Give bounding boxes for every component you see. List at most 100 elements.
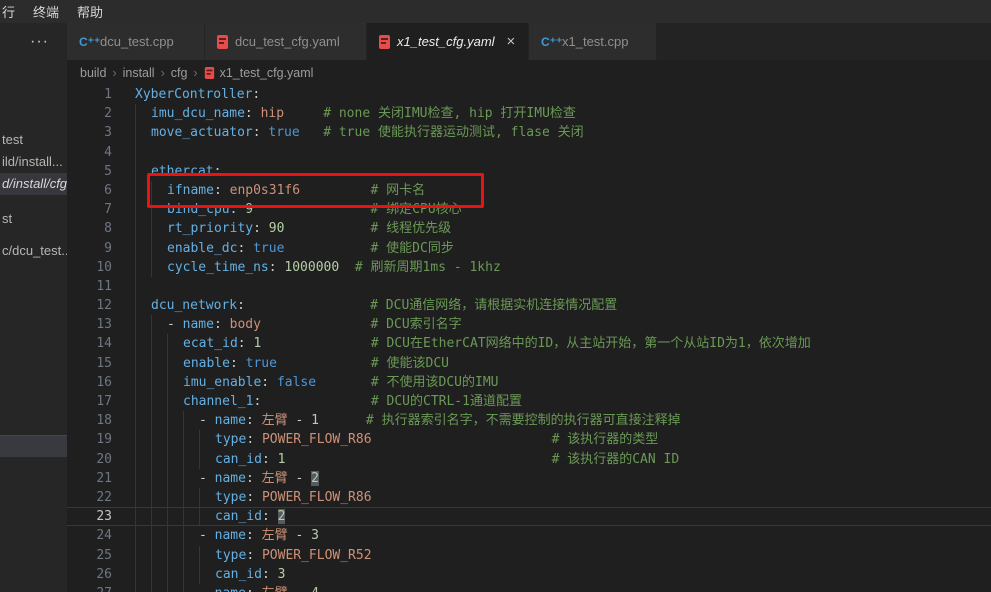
code-line-27[interactable]: 27- name: 左臂 - 4: [67, 584, 991, 592]
code-line-14[interactable]: 14ecat_id: 1 # DCU在EtherCAT网络中的ID，从主站开始，…: [67, 334, 991, 353]
indent-guide: [167, 469, 168, 488]
code-text: type: POWER_FLOW_R86: [215, 488, 372, 507]
breadcrumb-segment-0[interactable]: build: [80, 66, 106, 80]
code-line-16[interactable]: 16imu_enable: false # 不使用该DCU的IMU: [67, 373, 991, 392]
code-line-19[interactable]: 19type: POWER_FLOW_R86 # 该执行器的类型: [67, 430, 991, 449]
line-number: 21: [67, 469, 112, 488]
menu-item-0[interactable]: 行: [0, 0, 24, 23]
indent-guide: [167, 334, 168, 353]
code-line-24[interactable]: 24- name: 左臂 - 3: [67, 526, 991, 545]
indent-guide: [151, 392, 152, 411]
code-line-9[interactable]: 9 enable_dc: true # 使能DC同步: [67, 239, 991, 258]
sidebar-item-1[interactable]: ild/install...: [0, 151, 67, 173]
indent-guide: [151, 450, 152, 469]
line-number: 7: [67, 200, 112, 219]
tab-x1_test_cfg.yaml[interactable]: x1_test_cfg.yaml×: [367, 23, 529, 60]
code-line-6[interactable]: 6ifname: enp0s31f6 # 网卡名: [67, 181, 991, 200]
indent-guide: [167, 373, 168, 392]
line-number: 9: [67, 239, 112, 258]
code-text: enable: true # 使能该DCU: [183, 354, 449, 373]
more-actions-icon[interactable]: ···: [30, 33, 49, 51]
code-line-12[interactable]: 12dcu_network: # DCU通信网络，请根据实机连接情况配置: [67, 296, 991, 315]
line-number: 23: [67, 508, 112, 525]
sidebar-highlighted-row[interactable]: [0, 435, 67, 457]
line-number: 11: [67, 277, 112, 296]
code-text: can_id: 2: [215, 508, 285, 525]
code-text: enable_dc: true # 使能DC同步: [167, 239, 454, 258]
indent-guide: [151, 546, 152, 565]
sidebar-item-0[interactable]: test: [0, 129, 67, 151]
code-line-20[interactable]: 20can_id: 1 # 该执行器的CAN ID: [67, 450, 991, 469]
code-line-7[interactable]: 7bind_cpu: 9 # 绑定CPU核心: [67, 200, 991, 219]
menu-item-1[interactable]: 终端: [24, 0, 68, 23]
editor-tab-bar: C⁺⁺dcu_test.cppdcu_test_cfg.yamlx1_test_…: [67, 23, 991, 60]
sidebar-item-3[interactable]: st: [0, 208, 67, 230]
code-line-2[interactable]: 2imu_dcu_name: hip # none 关闭IMU检查, hip 打…: [67, 104, 991, 123]
close-tab-icon[interactable]: ×: [507, 34, 516, 49]
line-number: 22: [67, 488, 112, 507]
sidebar-item-4[interactable]: c/dcu_test...: [0, 240, 67, 262]
indent-guide: [167, 526, 168, 545]
indent-guide: [151, 239, 152, 258]
breadcrumb-segment-3[interactable]: x1_test_cfg.yaml: [220, 66, 314, 80]
indent-guide: [135, 565, 136, 584]
indent-guide: [135, 239, 136, 258]
code-line-10[interactable]: 10 cycle_time_ns: 1000000 # 刷新周期1ms - 1kh…: [67, 258, 991, 277]
indent-guide: [183, 430, 184, 449]
breadcrumb-segment-1[interactable]: install: [123, 66, 155, 80]
indent-guide: [135, 546, 136, 565]
indent-guide: [151, 354, 152, 373]
code-line-8[interactable]: 8rt_priority: 90 # 线程优先级: [67, 219, 991, 238]
indent-guide: [151, 373, 152, 392]
tab-label: dcu_test.cpp: [100, 34, 174, 49]
code-text: cycle_time_ns: 1000000 # 刷新周期1ms - 1khz: [167, 258, 501, 277]
code-line-25[interactable]: 25type: POWER_FLOW_R52: [67, 546, 991, 565]
tab-dcu_test.cpp[interactable]: C⁺⁺dcu_test.cpp: [67, 23, 205, 60]
indent-guide: [135, 219, 136, 238]
yaml-file-icon: [204, 67, 213, 79]
breadcrumb-segment-2[interactable]: cfg: [171, 66, 188, 80]
line-number: 10: [67, 258, 112, 277]
code-line-15[interactable]: 15 enable: true # 使能该DCU: [67, 354, 991, 373]
indent-guide: [167, 565, 168, 584]
code-editor[interactable]: 1XyberController:2imu_dcu_name: hip # no…: [67, 85, 991, 592]
indent-guide: [183, 546, 184, 565]
indent-guide: [167, 430, 168, 449]
code-line-3[interactable]: 3move_actuator: true # true 使能执行器运动测试, f…: [67, 123, 991, 142]
indent-guide: [167, 450, 168, 469]
line-number: 15: [67, 354, 112, 373]
code-line-1[interactable]: 1XyberController:: [67, 85, 991, 104]
code-line-13[interactable]: 13- name: body # DCU索引名字: [67, 315, 991, 334]
line-number: 12: [67, 296, 112, 315]
indent-guide: [151, 584, 152, 592]
menu-item-2[interactable]: 帮助: [68, 0, 112, 23]
cpp-file-icon: C⁺⁺: [541, 35, 555, 49]
indent-guide: [199, 450, 200, 469]
tab-dcu_test_cfg.yaml[interactable]: dcu_test_cfg.yaml: [205, 23, 367, 60]
code-line-21[interactable]: 21- name: 左臂 - 2: [67, 469, 991, 488]
code-line-4[interactable]: 4: [67, 143, 991, 162]
code-line-11[interactable]: 11: [67, 277, 991, 296]
yaml-file-icon: [379, 35, 390, 49]
line-number: 6: [67, 181, 112, 200]
breadcrumb-separator: ›: [193, 66, 197, 80]
code-line-22[interactable]: 22 type: POWER_FLOW_R86: [67, 488, 991, 507]
vscode-window: 行终端帮助 ··· testild/install...d/install/cf…: [0, 0, 991, 592]
sidebar-item-2[interactable]: d/install/cfg: [0, 173, 67, 195]
indent-guide: [151, 315, 152, 334]
line-number: 1: [67, 85, 112, 104]
tab-x1_test.cpp[interactable]: C⁺⁺x1_test.cpp: [529, 23, 657, 60]
indent-guide: [135, 334, 136, 353]
indent-guide: [183, 469, 184, 488]
indent-guide: [135, 450, 136, 469]
breadcrumb[interactable]: build›install›cfg›x1_test_cfg.yaml: [67, 60, 991, 85]
code-line-5[interactable]: 5ethercat:: [67, 162, 991, 181]
code-line-26[interactable]: 26can_id: 3: [67, 565, 991, 584]
code-line-17[interactable]: 17channel_1: # DCU的CTRL-1通道配置: [67, 392, 991, 411]
indent-guide: [151, 488, 152, 507]
code-line-23[interactable]: 23 can_id: 2: [67, 507, 991, 526]
indent-guide: [135, 143, 136, 162]
code-line-18[interactable]: 18- name: 左臂 - 1 # 执行器索引名字，不需要控制的执行器可直接注…: [67, 411, 991, 430]
indent-guide: [135, 584, 136, 592]
code-text: - name: body # DCU索引名字: [167, 315, 462, 334]
